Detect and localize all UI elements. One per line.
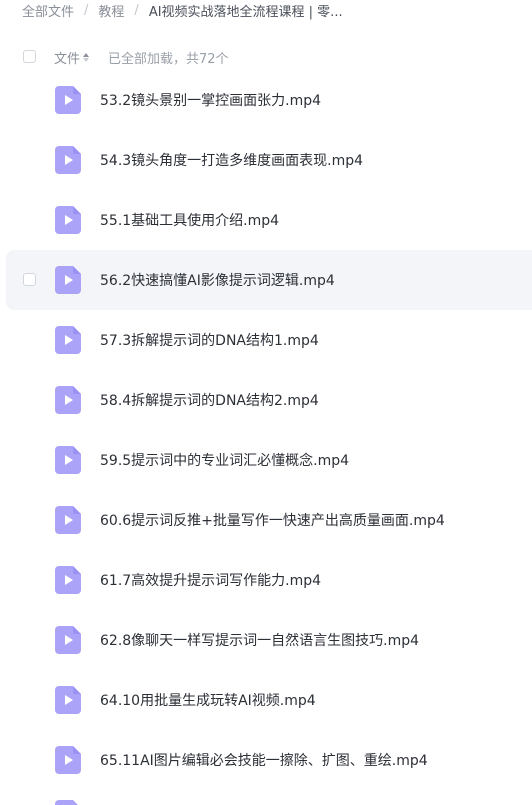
breadcrumb: 全部文件 / 教程 / AI视频实战落地全流程课程 | 零... <box>22 0 343 20</box>
file-row[interactable]: 57.3拆解提示词的DNA结构1.mp4 <box>0 310 532 370</box>
breadcrumb-current-folder: AI视频实战落地全流程课程 | 零... <box>148 4 343 20</box>
file-name[interactable]: 64.10用批量生成玩转AI视频.mp4 <box>100 690 316 710</box>
file-name[interactable]: 65.11AI图片编辑必会技能一擦除、扩图、重绘.mp4 <box>100 750 428 770</box>
breadcrumb-link-tutorials[interactable]: 教程 <box>98 1 124 20</box>
video-file-icon <box>55 800 78 805</box>
file-browser: 全部文件 / 教程 / AI视频实战落地全流程课程 | 零... 文件 已全部加… <box>0 0 532 805</box>
file-row[interactable]: 58.4拆解提示词的DNA结构2.mp4 <box>0 370 532 430</box>
file-name[interactable]: 59.5提示词中的专业词汇必懂概念.mp4 <box>100 450 349 470</box>
file-row[interactable]: 55.1基础工具使用介绍.mp4 <box>0 190 532 250</box>
file-list-header: 文件 已全部加载，共72个 <box>0 46 532 68</box>
breadcrumb-separator: / <box>134 2 139 18</box>
video-file-icon <box>55 506 81 534</box>
file-name[interactable]: 58.4拆解提示词的DNA结构2.mp4 <box>100 390 319 410</box>
video-file-icon <box>55 386 81 414</box>
file-row[interactable]: 61.7高效提升提示词写作能力.mp4 <box>0 550 532 610</box>
file-name[interactable]: 54.3镜头角度一打造多维度画面表现.mp4 <box>100 150 363 170</box>
breadcrumb-separator: / <box>84 2 89 18</box>
file-name[interactable]: 53.2镜头景别一掌控画面张力.mp4 <box>100 90 321 110</box>
video-file-icon <box>55 566 81 594</box>
video-file-icon <box>55 86 81 114</box>
video-file-icon <box>55 746 81 774</box>
video-file-icon <box>55 446 81 474</box>
file-list: 53.2镜头景别一掌控画面张力.mp4 54.3镜头角度一打造多维度画面表现.mp… <box>0 70 532 790</box>
select-all-checkbox[interactable] <box>23 50 36 63</box>
file-row[interactable]: 53.2镜头景别一掌控画面张力.mp4 <box>0 70 532 130</box>
file-row[interactable]: 64.10用批量生成玩转AI视频.mp4 <box>0 670 532 730</box>
column-label-file: 文件 <box>54 51 81 67</box>
file-name[interactable]: 57.3拆解提示词的DNA结构1.mp4 <box>100 330 319 350</box>
sort-icon <box>83 52 90 62</box>
file-name[interactable]: 55.1基础工具使用介绍.mp4 <box>100 210 279 230</box>
file-name[interactable]: 60.6提示词反推+批量写作一快速产出高质量画面.mp4 <box>100 510 445 530</box>
file-name[interactable]: 62.8像聊天一样写提示词一自然语言生图技巧.mp4 <box>100 630 419 650</box>
file-row[interactable]: 56.2快速搞懂AI影像提示词逻辑.mp4 <box>6 250 532 310</box>
video-file-icon <box>55 326 81 354</box>
file-row[interactable]: 54.3镜头角度一打造多维度画面表现.mp4 <box>0 130 532 190</box>
video-file-icon <box>55 686 81 714</box>
video-file-icon <box>55 266 81 294</box>
row-checkbox[interactable] <box>23 273 36 286</box>
load-status-text: 已全部加载，共72个 <box>108 51 229 67</box>
sort-by-name-button[interactable]: 文件 <box>54 48 90 67</box>
file-row[interactable]: 59.5提示词中的专业词汇必懂概念.mp4 <box>0 430 532 490</box>
file-name[interactable]: 61.7高效提升提示词写作能力.mp4 <box>100 570 321 590</box>
video-file-icon <box>55 206 81 234</box>
file-row[interactable]: 65.11AI图片编辑必会技能一擦除、扩图、重绘.mp4 <box>0 730 532 790</box>
file-row[interactable]: 62.8像聊天一样写提示词一自然语言生图技巧.mp4 <box>0 610 532 670</box>
file-name[interactable]: 56.2快速搞懂AI影像提示词逻辑.mp4 <box>100 270 335 290</box>
file-row[interactable]: 60.6提示词反推+批量写作一快速产出高质量画面.mp4 <box>0 490 532 550</box>
video-file-icon <box>55 626 81 654</box>
video-file-icon <box>55 146 81 174</box>
breadcrumb-link-all-files[interactable]: 全部文件 <box>22 1 74 20</box>
